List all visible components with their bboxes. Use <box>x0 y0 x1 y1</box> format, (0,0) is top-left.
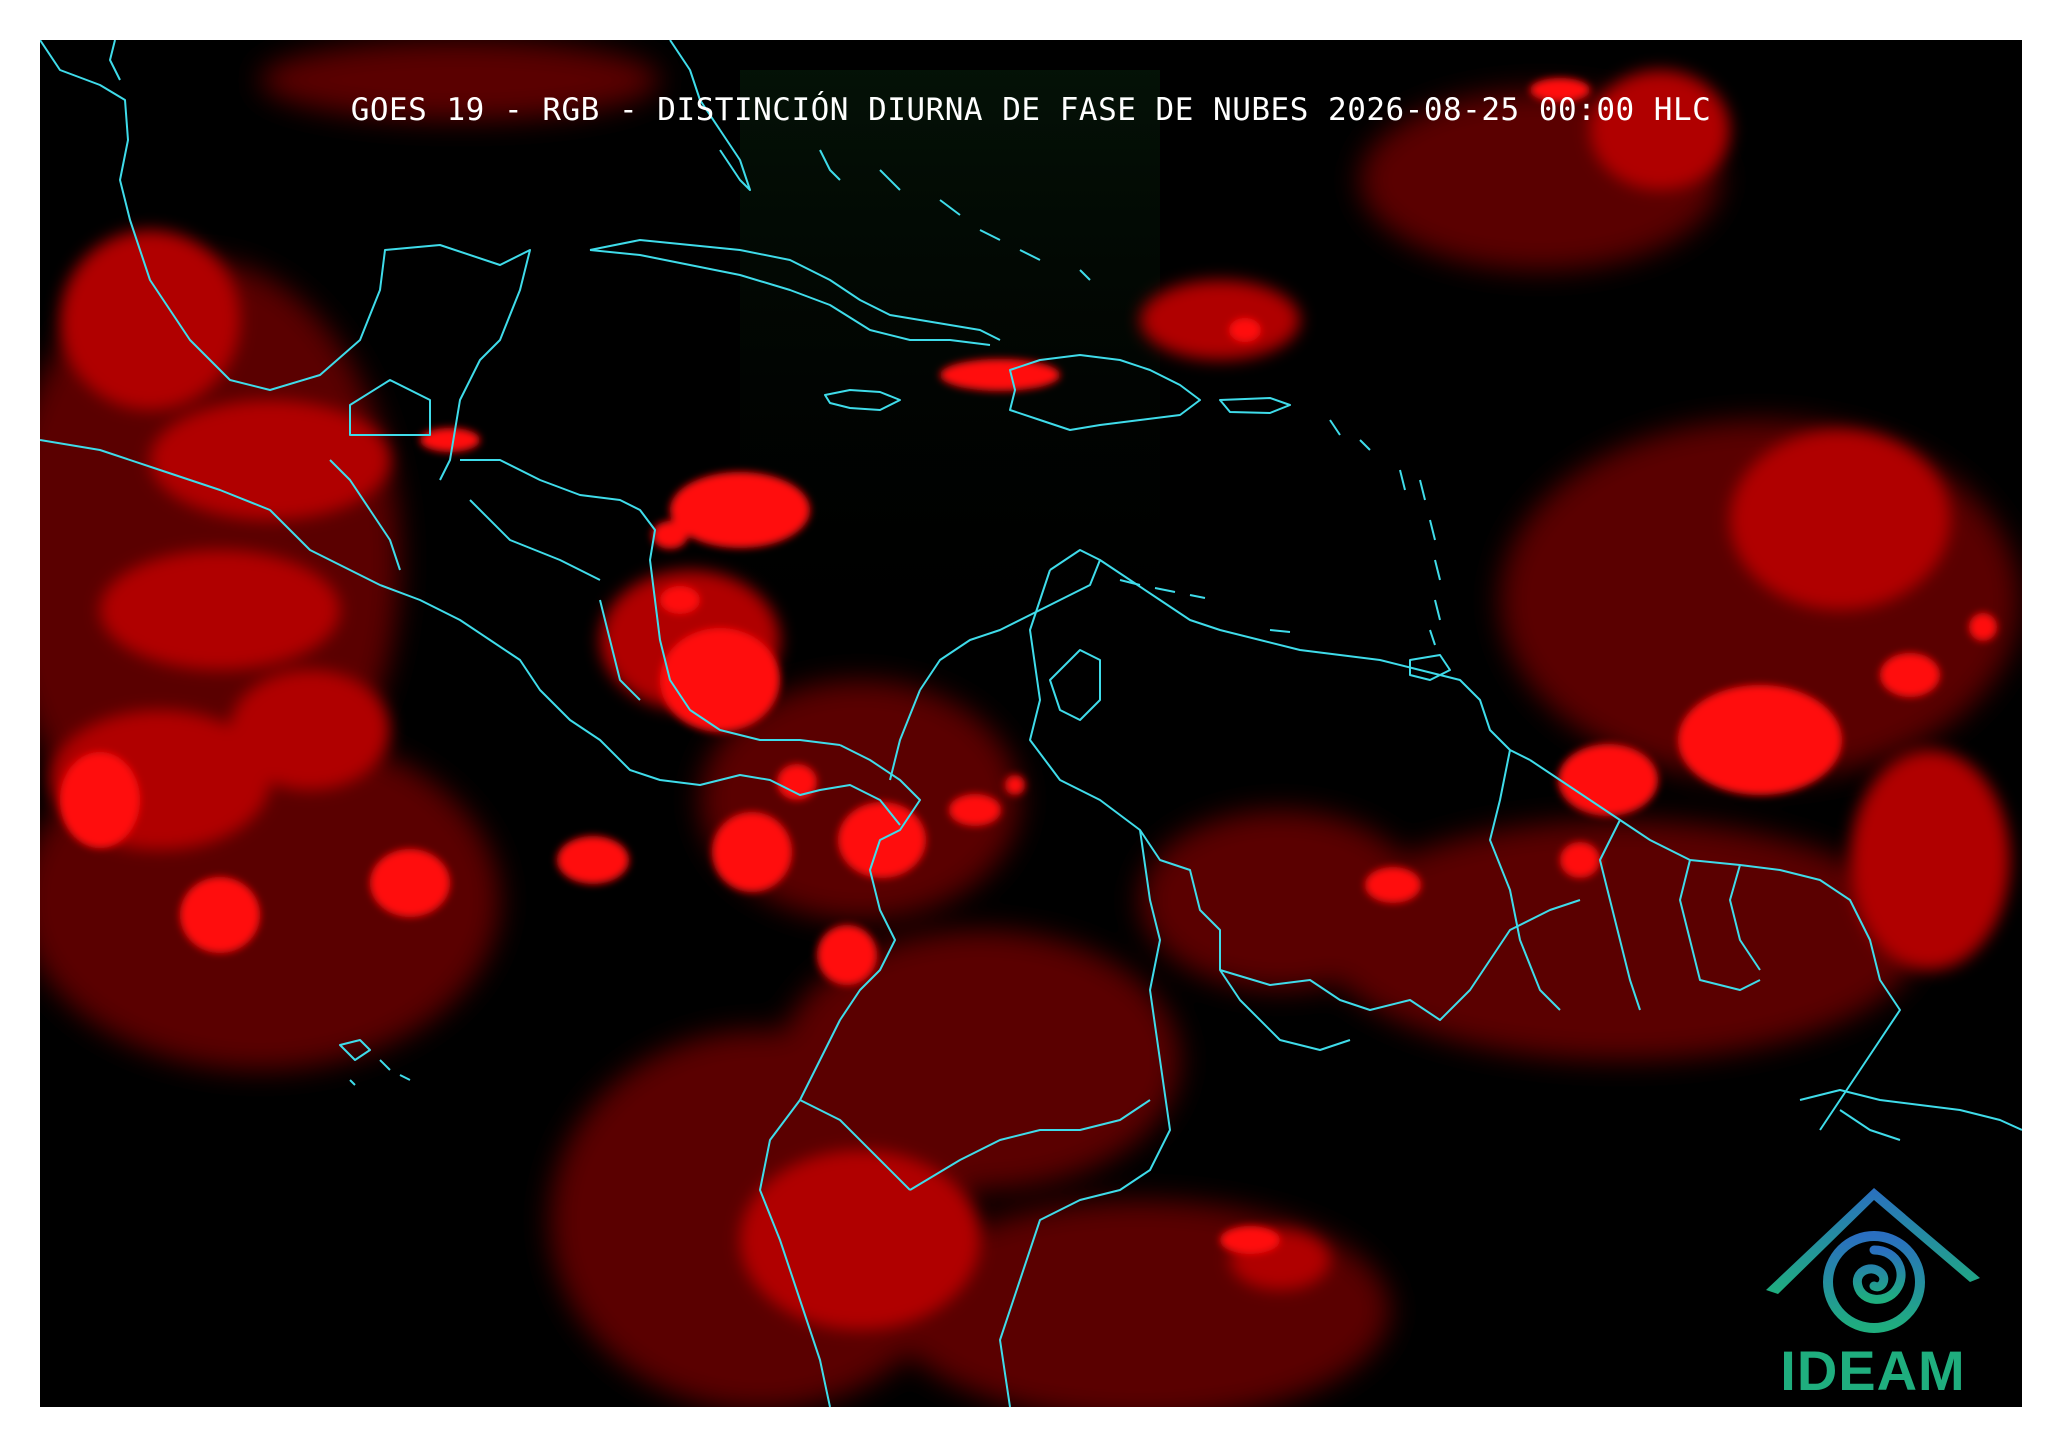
logo-text: IDEAM <box>1780 1339 1966 1402</box>
map-canvas <box>40 40 2022 1407</box>
satellite-map: GOES 19 - RGB - DISTINCIÓN DIURNA DE FAS… <box>40 40 2022 1407</box>
ideam-mountain-swirl-icon <box>1766 1188 1980 1333</box>
map-title: GOES 19 - RGB - DISTINCIÓN DIURNA DE FAS… <box>350 92 1712 128</box>
ideam-logo: IDEAM <box>1758 1178 1988 1402</box>
